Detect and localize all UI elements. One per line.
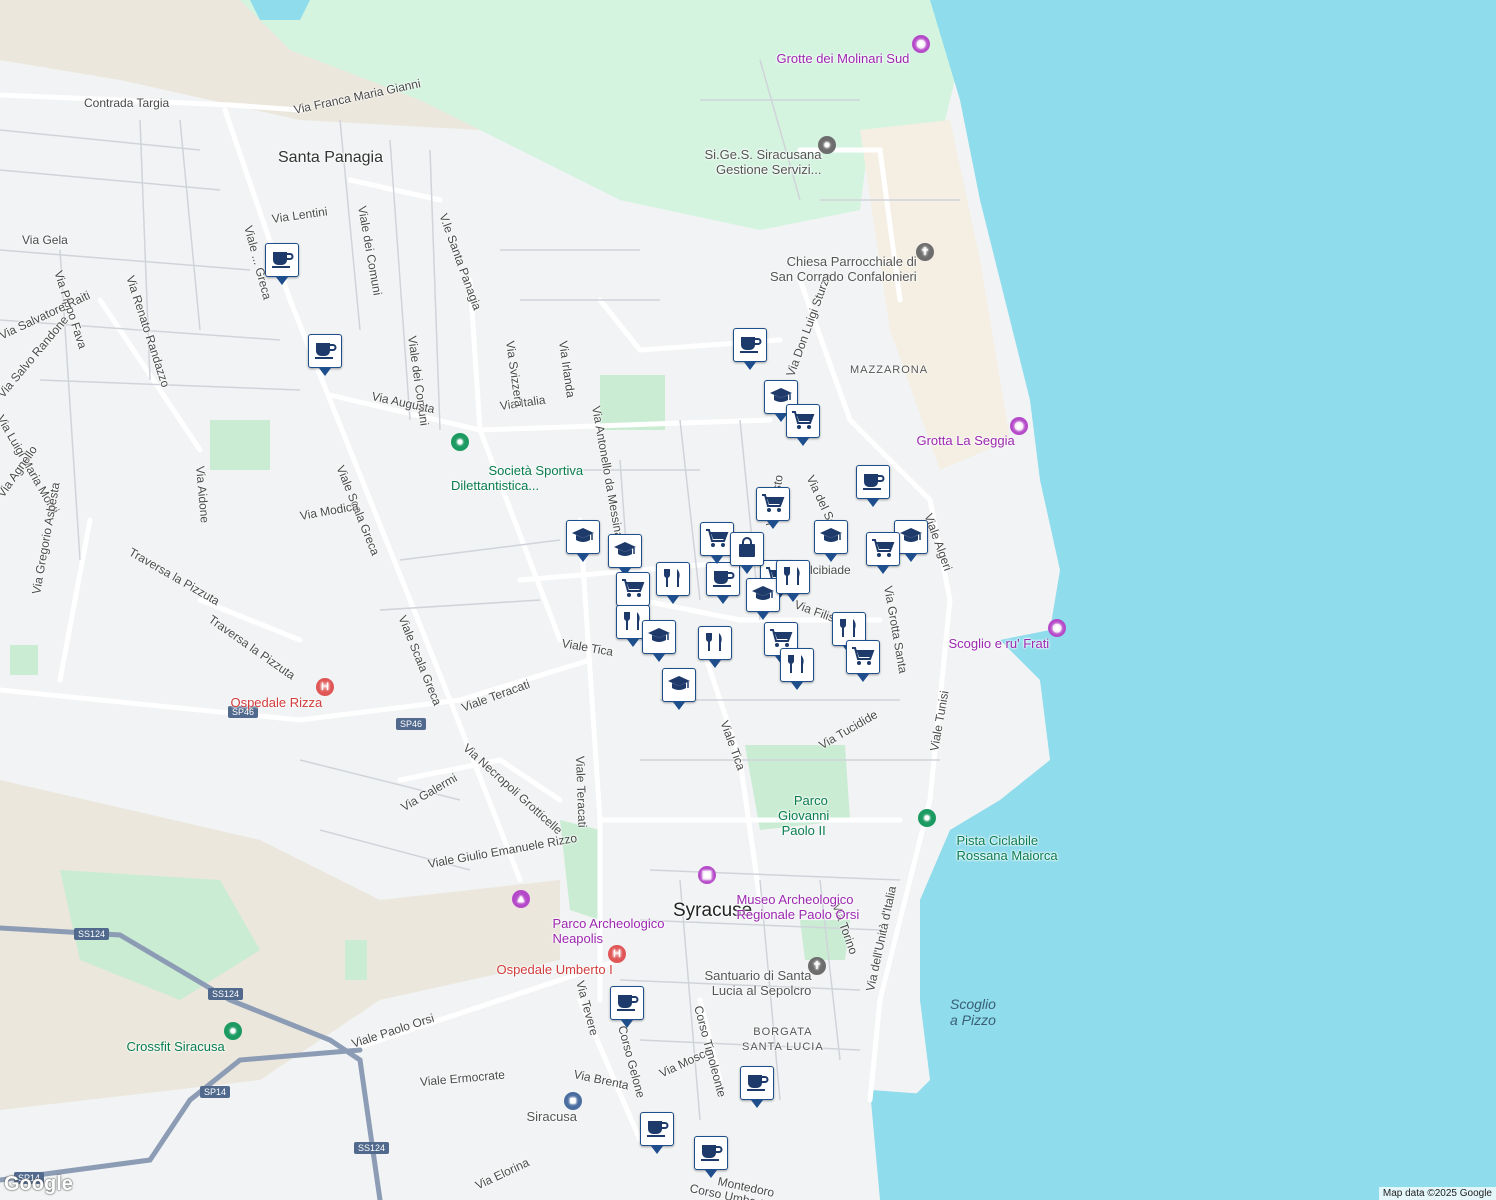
poi-grotta-seggia[interactable]: Grotta La Seggia ◉: [902, 417, 1028, 478]
poi-societa-label: Società Sportiva Dilettantistica...: [451, 463, 584, 493]
sports-icon: ●: [451, 433, 469, 451]
poi-ospedale-rizza-label: Ospedale Rizza: [230, 695, 323, 710]
district-mazzarona: MAZZARONA: [850, 364, 929, 376]
poi-chiesa[interactable]: Chiesa Parrocchiale di San Corrado Confa…: [770, 239, 934, 314]
shield-ss124-3: SS124: [354, 1142, 390, 1154]
church-icon: ✝: [916, 243, 934, 261]
poi-ospedale-umberto[interactable]: Ospedale Umberto I H: [482, 945, 626, 1007]
museum-icon: ▣: [698, 866, 716, 884]
marker-shop-4[interactable]: [786, 404, 820, 446]
area-santa-panagia: Santa Panagia: [278, 149, 383, 166]
marker-school-26[interactable]: [662, 668, 696, 710]
street-viale-teracati-2: Viale Teracati: [573, 755, 590, 828]
hospital-icon: H: [608, 945, 626, 963]
marker-shop-6[interactable]: [756, 487, 790, 529]
shield-sp14: SP14: [200, 1086, 231, 1098]
marker-cafe-30[interactable]: [694, 1136, 728, 1178]
marker-shop-9[interactable]: [866, 532, 900, 574]
marker-cafe-2[interactable]: [733, 328, 767, 370]
poi-santuario[interactable]: Santuario di Santa Lucia al Sepolcro ✝: [690, 953, 826, 1028]
poi-pista-label: Pista Ciclabile Rossana Maiorca: [956, 833, 1058, 863]
marker-restaurant-17[interactable]: [776, 560, 810, 602]
marker-cafe-0[interactable]: [265, 243, 299, 285]
poi-parco-neapolis-label: Parco Archeologico Neapolis: [552, 916, 665, 946]
marker-cafe-1[interactable]: [308, 334, 342, 376]
district-borgata: BORGATA SANTA LUCIA: [742, 1026, 824, 1053]
poi-scoglio-frati-label: Scoglio e ru' Frati: [948, 636, 1050, 651]
poi-parco-giovanni-label: Parco Giovanni Paolo II: [778, 793, 830, 838]
poi-grotte-molinari[interactable]: Grotte dei Molinari Sud ◉: [762, 35, 930, 96]
marker-school-10[interactable]: [566, 520, 600, 562]
shield-sp46-2: SP46: [396, 718, 427, 730]
fitness-icon: ●: [224, 1022, 242, 1040]
camera-icon: ◉: [912, 35, 930, 53]
park-icon: ●: [918, 809, 936, 827]
poi-ospedale-rizza[interactable]: Ospedale Rizza H: [216, 678, 334, 740]
marker-shop-12[interactable]: [616, 572, 650, 614]
church-icon: ✝: [808, 957, 826, 975]
street-via-gela: Via Gela: [22, 233, 68, 247]
marker-school-19[interactable]: [642, 620, 676, 662]
poi-siracusa-station[interactable]: Siracusa ■: [512, 1092, 582, 1154]
hospital-icon: H: [316, 678, 334, 696]
marker-cafe-29[interactable]: [640, 1112, 674, 1154]
marker-cafe-27[interactable]: [610, 986, 644, 1028]
poi-santuario-label: Santuario di Santa Lucia al Sepolcro: [704, 968, 812, 998]
google-logo: Google: [4, 1173, 73, 1195]
info-icon: ●: [818, 136, 836, 154]
poi-crossfit[interactable]: Crossfit Siracusa ●: [112, 1022, 242, 1084]
marker-bag-31[interactable]: [730, 532, 764, 574]
marker-shop-25[interactable]: [700, 522, 734, 564]
marker-restaurant-13[interactable]: [656, 562, 690, 604]
poi-parco-giovanni[interactable]: Parco Giovanni Paolo II: [778, 778, 829, 853]
poi-sigess[interactable]: Si.Ge.S. Siracusana Gestione Servizi... …: [690, 132, 836, 207]
shield-ss124-2: SS124: [208, 988, 244, 1000]
poi-siracusa-station-label: Siracusa: [526, 1109, 578, 1124]
street-contrada-targia: Contrada Targia: [84, 96, 170, 110]
marker-cafe-28[interactable]: [740, 1066, 774, 1108]
poi-societa-sportiva[interactable]: ● Società Sportiva Dilettantistica...: [451, 433, 583, 508]
camera-icon: ◉: [1010, 417, 1028, 435]
poi-crossfit-label: Crossfit Siracusa: [126, 1039, 225, 1054]
sea-label-scoglio-pizzo: Scoglio a Pizzo: [950, 996, 996, 1028]
poi-museo[interactable]: ▣ Museo Archeologico Regionale Paolo Ors…: [698, 862, 859, 937]
marker-restaurant-22[interactable]: [780, 648, 814, 690]
camera-icon: ◉: [1048, 619, 1066, 637]
marker-restaurant-20[interactable]: [698, 626, 732, 668]
train-icon: ■: [564, 1092, 582, 1110]
poi-sigess-label: Si.Ge.S. Siracusana Gestione Servizi...: [704, 147, 822, 177]
poi-museo-label: Museo Archeologico Regionale Paolo Orsi: [736, 892, 860, 922]
poi-grotte-molinari-label: Grotte dei Molinari Sud: [776, 51, 910, 66]
marker-cafe-14[interactable]: [706, 562, 740, 604]
poi-grotta-seggia-label: Grotta La Seggia: [916, 433, 1015, 448]
marker-school-16[interactable]: [746, 578, 780, 620]
marker-cafe-5[interactable]: [856, 465, 890, 507]
marker-school-7[interactable]: [814, 520, 848, 562]
marker-school-11[interactable]: [608, 534, 642, 576]
marker-shop-24[interactable]: [846, 640, 880, 682]
poi-pista-ciclabile[interactable]: ● Pista Ciclabile Rossana Maiorca: [918, 803, 1058, 878]
poi-ospedale-umberto-label: Ospedale Umberto I: [496, 962, 613, 977]
map-attribution[interactable]: Map data ©2025 Google: [1378, 1187, 1496, 1200]
poi-scoglio-frati[interactable]: Scoglio e ru' Frati ◉: [934, 619, 1066, 681]
monument-icon: ▲: [512, 890, 530, 908]
poi-chiesa-label: Chiesa Parrocchiale di San Corrado Confa…: [770, 254, 917, 284]
shield-ss124: SS124: [74, 928, 110, 940]
map-canvas[interactable]: Santa Panagia Syracuse MAZZARONA BORGATA…: [0, 0, 1496, 1200]
